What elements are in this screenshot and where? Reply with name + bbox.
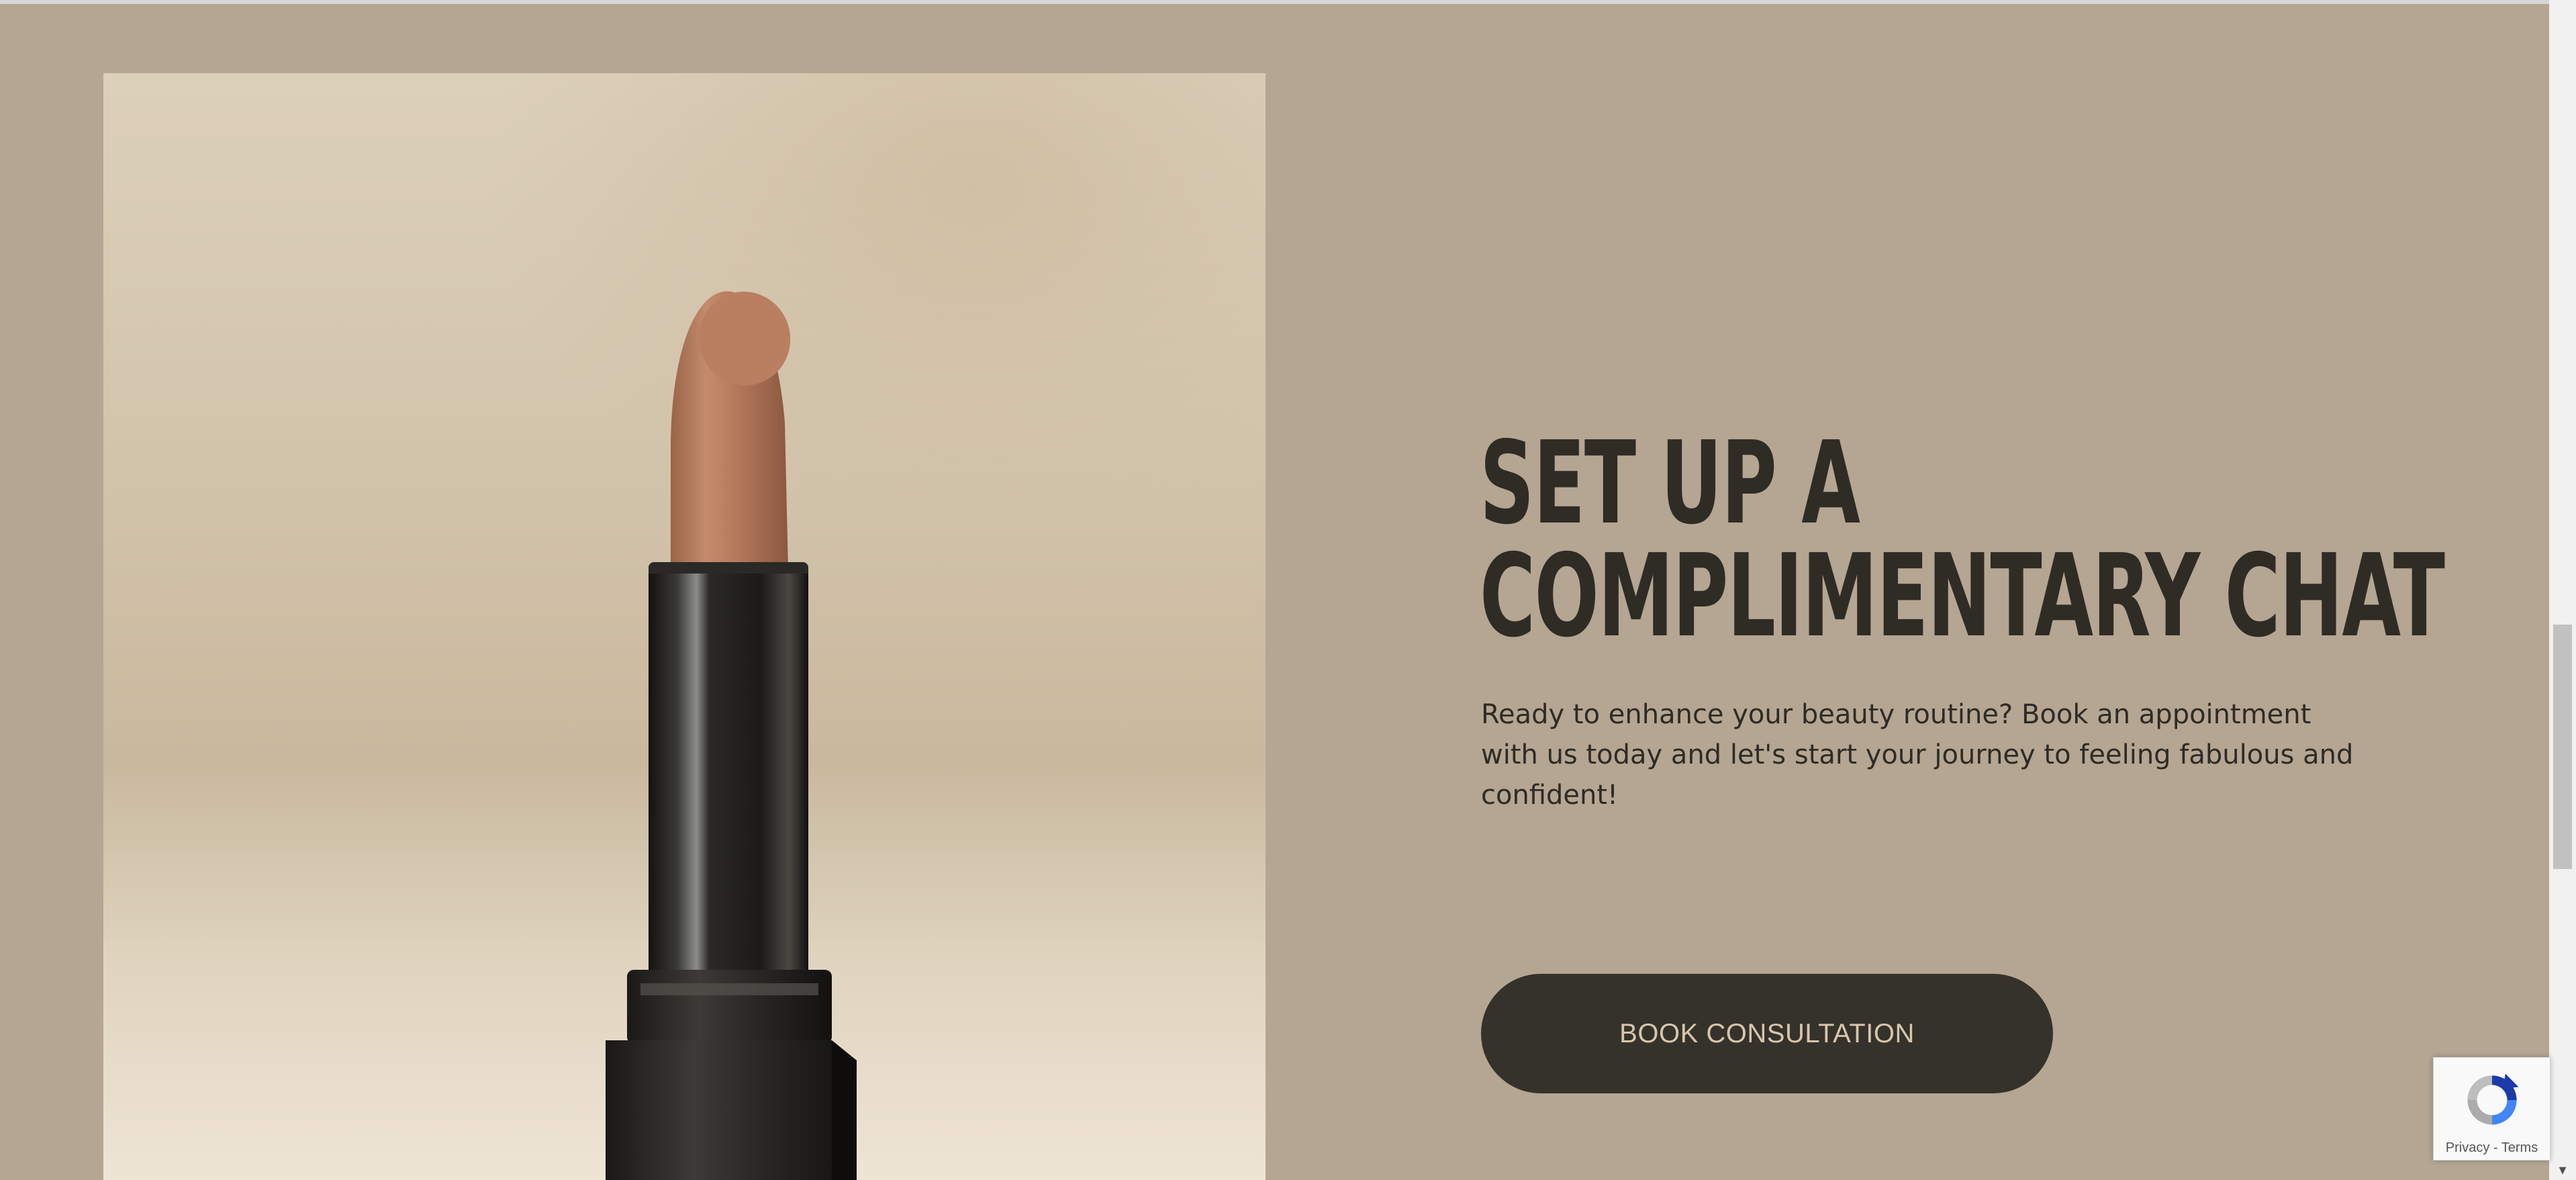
lipstick-image — [103, 73, 1266, 1180]
lipstick-illustration — [606, 291, 857, 1180]
page-scrollbar[interactable]: ▾ — [2549, 0, 2576, 1180]
chevron-down-icon[interactable]: ▾ — [2549, 1160, 2576, 1180]
recaptcha-terms-link[interactable]: Terms — [2501, 1140, 2538, 1155]
recaptcha-links: Privacy - Terms — [2434, 1140, 2550, 1156]
heading-line-2: COMPLIMENTARY CHAT — [1480, 530, 2445, 663]
recaptcha-separator: - — [2489, 1140, 2501, 1155]
lipstick-base — [606, 1040, 857, 1180]
book-consultation-button[interactable]: BOOK CONSULTATION — [1481, 974, 2053, 1093]
heading-line-1: SET UP A — [1480, 417, 1860, 550]
lipstick-tube — [649, 574, 808, 980]
recaptcha-badge[interactable]: Privacy - Terms — [2433, 1057, 2550, 1161]
section-description: Ready to enhance your beauty routine? Bo… — [1481, 699, 2354, 811]
consultation-section: SET UP A COMPLIMENTARY CHAT Ready to enh… — [0, 4, 2549, 1180]
recaptcha-privacy-link[interactable]: Privacy — [2446, 1140, 2490, 1155]
scrollbar-thumb[interactable] — [2553, 625, 2572, 869]
recaptcha-icon — [2467, 1073, 2519, 1125]
section-heading: SET UP A COMPLIMENTARY CHAT — [1480, 417, 2445, 663]
